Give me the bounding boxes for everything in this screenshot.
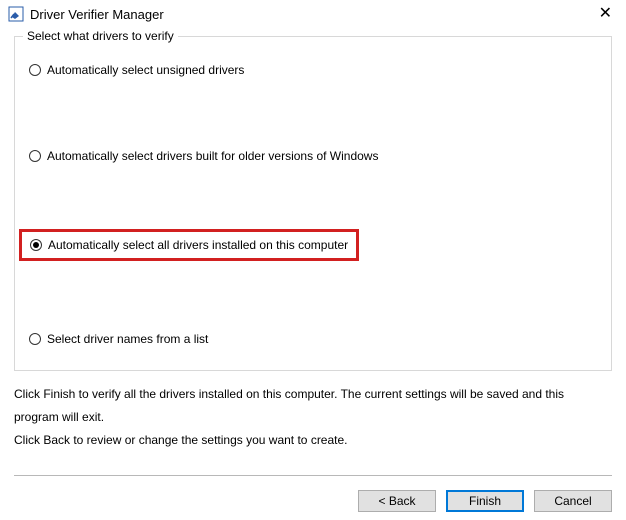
button-bar: < Back Finish Cancel (0, 476, 626, 512)
content-area: Select what drivers to verify Automatica… (0, 26, 626, 371)
info-text: Click Finish to verify all the drivers i… (0, 371, 626, 451)
driver-selection-group: Select what drivers to verify Automatica… (14, 36, 612, 371)
titlebar: Driver Verifier Manager ✕ (0, 0, 626, 26)
app-icon (8, 6, 24, 22)
radio-label: Automatically select drivers built for o… (47, 149, 378, 163)
info-line-1: Click Finish to verify all the drivers i… (14, 383, 612, 429)
info-line-2: Click Back to review or change the setti… (14, 429, 612, 452)
radio-label: Automatically select unsigned drivers (47, 63, 244, 77)
radio-icon (29, 333, 41, 345)
titlebar-left: Driver Verifier Manager (8, 6, 164, 22)
radio-option-unsigned[interactable]: Automatically select unsigned drivers (27, 62, 246, 78)
group-legend: Select what drivers to verify (23, 29, 178, 43)
radio-icon (30, 239, 42, 251)
close-icon[interactable]: ✕ (595, 6, 616, 22)
radio-label: Select driver names from a list (47, 332, 208, 346)
finish-button[interactable]: Finish (446, 490, 524, 512)
cancel-button[interactable]: Cancel (534, 490, 612, 512)
radio-icon (29, 150, 41, 162)
radio-option-all-installed[interactable]: Automatically select all drivers install… (19, 229, 359, 261)
radio-icon (29, 64, 41, 76)
window-title: Driver Verifier Manager (30, 7, 164, 22)
radio-option-older-windows[interactable]: Automatically select drivers built for o… (27, 148, 380, 164)
radio-label: Automatically select all drivers install… (48, 238, 348, 252)
radio-option-from-list[interactable]: Select driver names from a list (27, 331, 210, 347)
back-button[interactable]: < Back (358, 490, 436, 512)
